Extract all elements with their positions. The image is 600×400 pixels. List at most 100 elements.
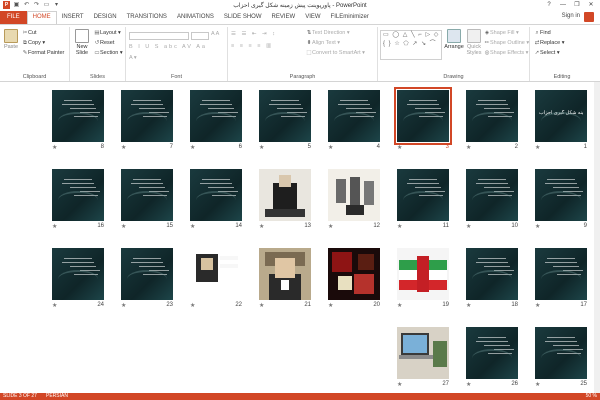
tab-insert[interactable]: INSERT <box>57 11 89 24</box>
slide-thumbnail[interactable]: ★ 11 <box>397 169 449 230</box>
customize-toolbar-icon[interactable]: ▾ <box>53 1 60 9</box>
transition-star-icon[interactable]: ★ <box>328 144 333 151</box>
transition-star-icon[interactable]: ★ <box>52 302 57 309</box>
tab-view[interactable]: VIEW <box>300 11 325 24</box>
transition-star-icon[interactable]: ★ <box>190 223 195 230</box>
transition-star-icon[interactable]: ★ <box>397 223 402 230</box>
slide-thumbnail[interactable]: ★ 17 <box>535 248 587 309</box>
slide-thumbnail[interactable]: ★ 21 <box>259 248 311 309</box>
transition-star-icon[interactable]: ★ <box>52 223 57 230</box>
slide-thumbnail[interactable]: ★ 2 <box>466 90 518 151</box>
tab-transitions[interactable]: TRANSITIONS <box>122 11 172 24</box>
slide-thumbnail[interactable]: ★ 15 <box>121 169 173 230</box>
transition-star-icon[interactable]: ★ <box>259 302 264 309</box>
tab-home[interactable]: HOME <box>26 11 57 24</box>
font-size-box[interactable] <box>191 32 209 40</box>
slide-thumbnail[interactable]: ★ 25 <box>535 327 587 388</box>
transition-star-icon[interactable]: ★ <box>466 381 471 388</box>
slide-thumbnail[interactable]: ★ 20 <box>328 248 380 309</box>
account-avatar[interactable] <box>584 12 594 22</box>
list-buttons[interactable]: ☰ ☰ ⇤ ⇥ ↕ <box>231 31 277 37</box>
text-direction-button[interactable]: ⇅Text Direction ▾ <box>306 30 350 36</box>
arrange-button[interactable]: Arrange <box>444 29 464 50</box>
transition-star-icon[interactable]: ★ <box>259 223 264 230</box>
transition-star-icon[interactable]: ★ <box>397 381 402 388</box>
slide-thumbnail[interactable]: ★ 6 <box>190 90 242 151</box>
tab-slide-show[interactable]: SLIDE SHOW <box>219 11 267 24</box>
restore-button[interactable]: ❐ <box>570 0 584 10</box>
help-button[interactable]: ? <box>542 0 556 10</box>
paste-button[interactable]: Paste <box>2 29 20 50</box>
align-text-button[interactable]: ⬍Align Text ▾ <box>306 40 340 46</box>
format-painter-button[interactable]: ✎Format Painter <box>22 50 65 56</box>
slide-thumbnail[interactable]: ★ 18 <box>466 248 518 309</box>
slide-thumbnail[interactable]: ★ 4 <box>328 90 380 151</box>
transition-star-icon[interactable]: ★ <box>535 144 540 151</box>
convert-smartart-button[interactable]: ⬚Convert to SmartArt ▾ <box>306 50 365 56</box>
grow-font-icon[interactable]: A A <box>211 31 219 37</box>
transition-star-icon[interactable]: ★ <box>535 302 540 309</box>
slide-thumbnail[interactable]: ★ 26 <box>466 327 518 388</box>
slide-thumbnail[interactable]: ★ 23 <box>121 248 173 309</box>
transition-star-icon[interactable]: ★ <box>190 302 195 309</box>
copy-button[interactable]: ⧉Copy ▾ <box>22 40 45 47</box>
select-button[interactable]: ➚Select ▾ <box>534 50 560 56</box>
transition-star-icon[interactable]: ★ <box>121 144 126 151</box>
transition-star-icon[interactable]: ★ <box>328 223 333 230</box>
font-format-buttons[interactable]: B I U S abc AV Aa <box>129 44 207 50</box>
transition-star-icon[interactable]: ★ <box>121 223 126 230</box>
slide-thumbnail[interactable]: پیش زمینه شکل گیری احزاب ★ 1 <box>535 90 587 151</box>
start-slideshow-icon[interactable]: ▭ <box>43 1 50 9</box>
alignment-buttons[interactable]: ≡ ≡ ≡ ≡ ▥ <box>231 43 273 49</box>
transition-star-icon[interactable]: ★ <box>466 144 471 151</box>
save-icon[interactable]: ▣ <box>13 1 20 9</box>
slide-thumbnail[interactable]: ★ 8 <box>52 90 104 151</box>
cut-button[interactable]: ✂Cut <box>22 30 37 36</box>
transition-star-icon[interactable]: ★ <box>535 381 540 388</box>
slide-thumbnail[interactable]: ★ 5 <box>259 90 311 151</box>
tab-review[interactable]: REVIEW <box>267 11 301 24</box>
slide-thumbnail[interactable]: ★ 16 <box>52 169 104 230</box>
vertical-scrollbar[interactable] <box>594 82 600 393</box>
slide-thumbnail[interactable]: ★ 10 <box>466 169 518 230</box>
font-color-icon[interactable]: A ▾ <box>129 55 137 61</box>
transition-star-icon[interactable]: ★ <box>259 144 264 151</box>
transition-star-icon[interactable]: ★ <box>328 302 333 309</box>
quick-styles-button[interactable]: Quick Styles <box>464 29 484 56</box>
slide-thumbnail[interactable]: ★ 24 <box>52 248 104 309</box>
transition-star-icon[interactable]: ★ <box>52 144 57 151</box>
font-name-box[interactable] <box>129 32 189 40</box>
slide-thumbnail[interactable]: ★ 14 <box>190 169 242 230</box>
minimize-button[interactable]: — <box>556 0 570 10</box>
transition-star-icon[interactable]: ★ <box>190 144 195 151</box>
redo-icon[interactable]: ↷ <box>33 1 40 9</box>
sign-in-link[interactable]: Sign in <box>562 13 580 19</box>
slide-thumbnail[interactable]: ★ 3 <box>394 87 452 151</box>
slide-thumbnail[interactable]: ★ 27 <box>397 327 449 388</box>
transition-star-icon[interactable]: ★ <box>535 223 540 230</box>
transition-star-icon[interactable]: ★ <box>397 144 402 151</box>
shape-effects-button[interactable]: ◎Shape Effects ▾ <box>484 50 529 56</box>
tab-animations[interactable]: ANIMATIONS <box>172 11 219 24</box>
transition-star-icon[interactable]: ★ <box>397 302 402 309</box>
slide-thumbnail[interactable]: ★ 12 <box>328 169 380 230</box>
transition-star-icon[interactable]: ★ <box>121 302 126 309</box>
slide-thumbnail[interactable]: ★ 19 <box>397 248 449 309</box>
slide-thumbnail[interactable]: ★ 13 <box>259 169 311 230</box>
slide-thumbnail[interactable]: ★ 22 <box>190 248 242 309</box>
transition-star-icon[interactable]: ★ <box>466 302 471 309</box>
slide-thumbnail[interactable]: ★ 9 <box>535 169 587 230</box>
new-slide-button[interactable]: New Slide <box>72 29 92 56</box>
close-button[interactable]: ✕ <box>584 0 598 10</box>
language-indicator[interactable]: PERSIAN <box>46 393 68 400</box>
slide-thumbnail[interactable]: ★ 7 <box>121 90 173 151</box>
section-button[interactable]: ▭Section ▾ <box>94 50 122 56</box>
layout-button[interactable]: ▤Layout ▾ <box>94 30 120 36</box>
reset-button[interactable]: ↺Reset <box>94 40 115 46</box>
transition-star-icon[interactable]: ★ <box>466 223 471 230</box>
shapes-gallery[interactable]: ▭ ◯ △ ╲ ⌐ ▷ ◇{ } ☆ ⬠ ↗ ↘ ⌒ <box>380 30 442 60</box>
tab-design[interactable]: DESIGN <box>89 11 122 24</box>
shape-outline-button[interactable]: ✏Shape Outline ▾ <box>484 40 529 46</box>
zoom-level[interactable]: 50 % <box>586 393 597 400</box>
tab-file[interactable]: FILE <box>0 11 27 24</box>
